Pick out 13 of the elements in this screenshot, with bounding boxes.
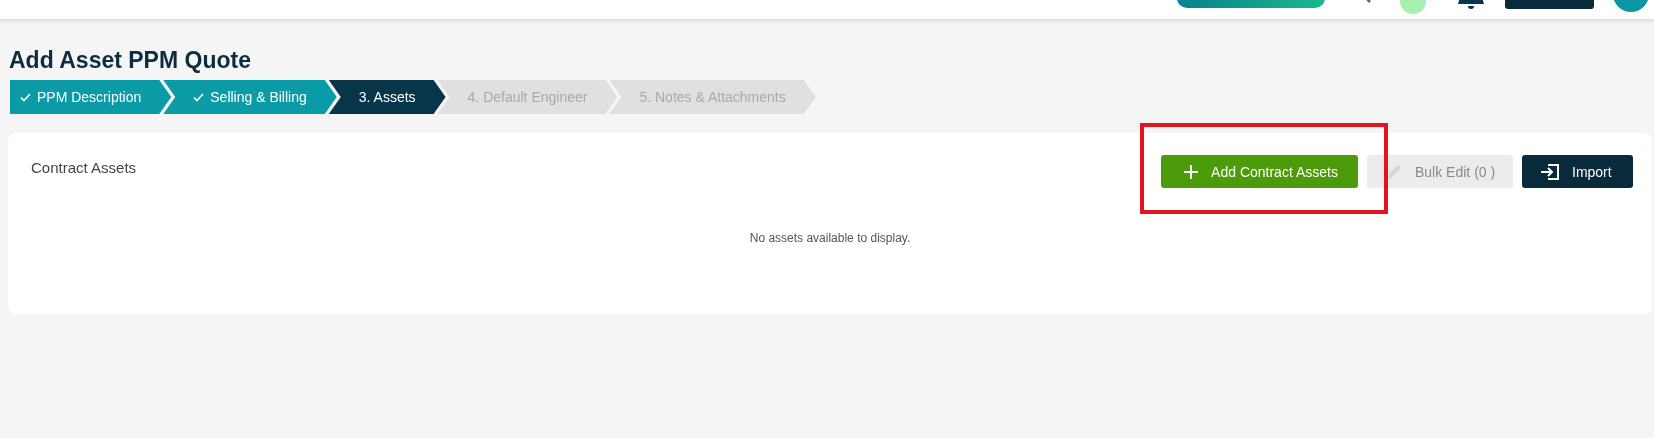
add-button[interactable]: Add Contract Assets — [1161, 155, 1358, 188]
step-tab[interactable]: 3. Assets — [328, 80, 446, 114]
check-icon — [20, 92, 31, 102]
import-icon — [1540, 162, 1560, 181]
empty-message: No assets available to display. — [748, 231, 912, 245]
plus-icon — [1183, 163, 1200, 180]
step-tab[interactable]: Selling & Billing — [163, 80, 337, 114]
page-title: Add Asset PPM Quote — [8, 46, 252, 75]
check-icon — [193, 92, 205, 102]
step-tab[interactable]: PPM Description — [10, 80, 172, 114]
import-button[interactable]: Import — [1522, 155, 1633, 188]
pencil-icon — [1385, 162, 1403, 181]
card-title: Contract Assets — [31, 159, 137, 176]
